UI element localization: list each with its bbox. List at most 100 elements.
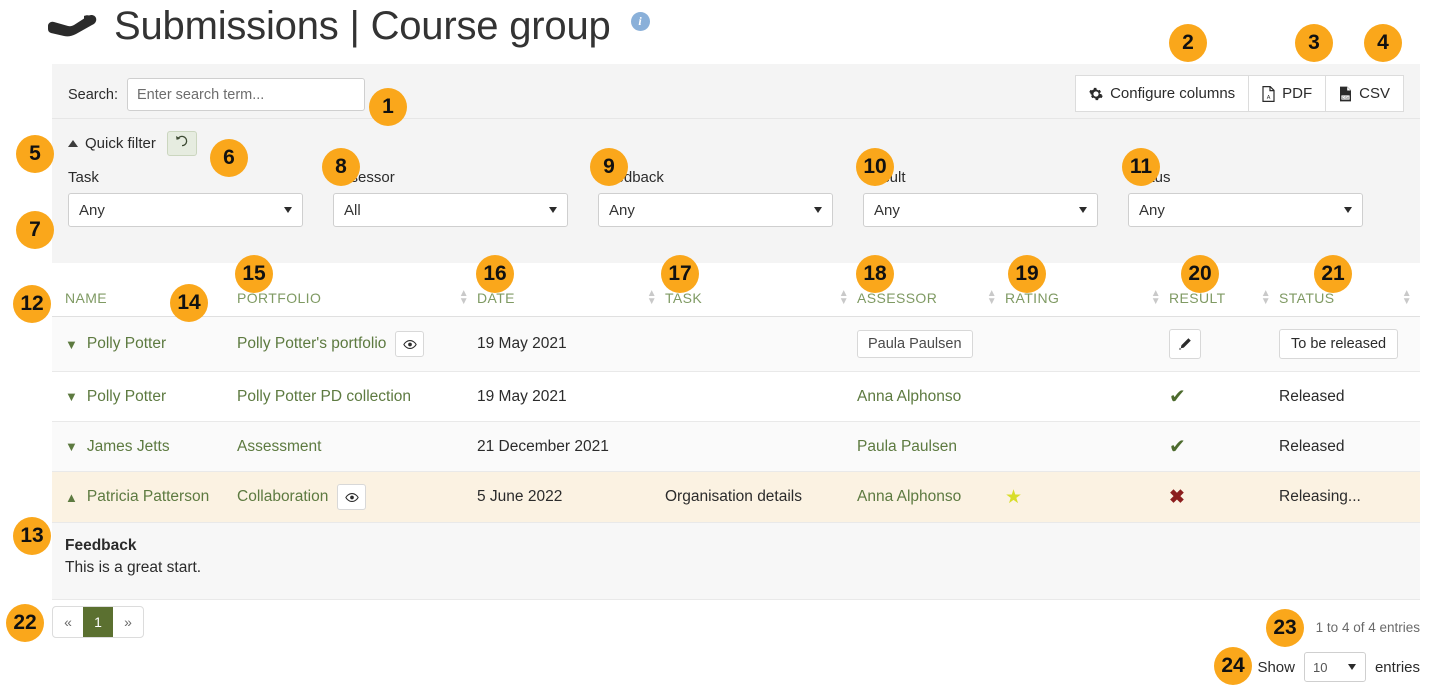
- info-circle-icon[interactable]: i: [631, 12, 650, 31]
- filter-task-label: Task: [68, 169, 333, 186]
- filter-result-value: Any: [874, 202, 900, 219]
- cell-status: Released: [1279, 422, 1420, 472]
- csv-export-button[interactable]: CSV CSV: [1325, 75, 1404, 112]
- callout-badge-11: 11: [1122, 148, 1160, 186]
- reset-filters-button[interactable]: [167, 131, 197, 156]
- pdf-label: PDF: [1282, 85, 1312, 102]
- result-cross-icon: ✖: [1169, 487, 1185, 508]
- portfolio-link[interactable]: Assessment: [237, 438, 321, 456]
- callout-badge-22: 22: [6, 604, 44, 642]
- column-header-status-label: STATUS: [1279, 290, 1335, 306]
- chevron-down-icon: [814, 207, 822, 213]
- preview-eye-icon-button[interactable]: [337, 484, 366, 510]
- callout-badge-4: 4: [1364, 24, 1402, 62]
- column-header-name[interactable]: NAME: [52, 286, 237, 317]
- callout-badge-18: 18: [856, 255, 894, 293]
- file-csv-icon: CSV: [1339, 86, 1352, 102]
- column-header-task[interactable]: TASK ▲▼: [665, 286, 857, 317]
- gear-icon: [1089, 87, 1103, 101]
- pagination-first-button[interactable]: «: [53, 607, 83, 637]
- configure-columns-button[interactable]: Configure columns: [1075, 75, 1248, 112]
- chevron-down-icon: [549, 207, 557, 213]
- csv-label: CSV: [1359, 85, 1390, 102]
- cell-status: Released: [1279, 372, 1420, 422]
- page-size-select[interactable]: 10: [1304, 652, 1366, 682]
- assessor-link[interactable]: Paula Paulsen: [857, 438, 957, 455]
- submission-name-link[interactable]: Polly Potter: [87, 335, 166, 353]
- portfolio-link[interactable]: Polly Potter PD collection: [237, 388, 411, 406]
- column-header-date[interactable]: DATE ▲▼: [477, 286, 665, 317]
- show-label: Show: [1257, 659, 1295, 676]
- filter-result-select[interactable]: Any: [863, 193, 1098, 227]
- svg-text:CSV: CSV: [1342, 95, 1350, 99]
- quick-filter-panel: Quick filter Task Any Assessor All Feedb…: [52, 119, 1420, 263]
- page-title: Submissions | Course group: [114, 4, 611, 48]
- sort-icon[interactable]: ▲▼: [1402, 290, 1420, 306]
- cell-date: 21 December 2021: [477, 422, 665, 472]
- expand-row-chevron-down-icon[interactable]: ▼: [65, 389, 78, 404]
- filter-result: Result Any: [863, 169, 1128, 227]
- preview-eye-icon-button[interactable]: [395, 331, 424, 357]
- column-header-portfolio[interactable]: PORTFOLIO ▲▼: [237, 286, 477, 317]
- callout-badge-12: 12: [13, 285, 51, 323]
- portfolio-link[interactable]: Collaboration: [237, 488, 328, 506]
- callout-badge-15: 15: [235, 255, 273, 293]
- cell-assessor: Anna Alphonso: [857, 472, 1005, 523]
- sort-icon[interactable]: ▲▼: [647, 290, 665, 306]
- filter-status-select[interactable]: Any: [1128, 193, 1363, 227]
- expand-row-chevron-down-icon[interactable]: ▼: [65, 337, 78, 352]
- cell-assessor: Paula Paulsen: [857, 422, 1005, 472]
- cell-rating: [1005, 372, 1169, 422]
- submission-name-link[interactable]: James Jetts: [87, 438, 170, 456]
- status-button[interactable]: To be released: [1279, 329, 1398, 359]
- portfolio-link[interactable]: Polly Potter's portfolio: [237, 335, 386, 353]
- pagination: « 1 »: [52, 606, 144, 638]
- assessor-button[interactable]: Paula Paulsen: [857, 330, 973, 358]
- quick-filter-header: Quick filter: [68, 131, 197, 156]
- column-header-rating-label: RATING: [1005, 290, 1059, 306]
- expand-row-chevron-down-icon[interactable]: ▼: [65, 439, 78, 454]
- pagination-page-1[interactable]: 1: [83, 607, 113, 637]
- column-header-status[interactable]: STATUS ▲▼: [1279, 286, 1420, 317]
- cell-portfolio: Polly Potter's portfolio: [237, 317, 477, 372]
- cell-assessor: Anna Alphonso: [857, 372, 1005, 422]
- filter-status: Status Any: [1128, 169, 1393, 227]
- pdf-export-button[interactable]: A PDF: [1248, 75, 1325, 112]
- sort-icon[interactable]: ▲▼: [1261, 290, 1279, 306]
- search-input[interactable]: [127, 78, 365, 111]
- collapse-row-chevron-up-icon[interactable]: ▲: [65, 490, 78, 505]
- callout-badge-19: 19: [1008, 255, 1046, 293]
- filter-task-select[interactable]: Any: [68, 193, 303, 227]
- sort-icon[interactable]: ▲▼: [839, 290, 857, 306]
- export-button-group: Configure columns A PDF CSV CSV: [1075, 75, 1404, 112]
- cell-name: ▲ Patricia Patterson: [52, 472, 237, 523]
- callout-badge-6: 6: [210, 139, 248, 177]
- filter-result-label: Result: [863, 169, 1128, 186]
- callout-badge-10: 10: [856, 148, 894, 186]
- filter-assessor-select[interactable]: All: [333, 193, 568, 227]
- sort-icon[interactable]: ▲▼: [459, 290, 477, 306]
- callout-badge-8: 8: [322, 148, 360, 186]
- cell-portfolio: Collaboration: [237, 472, 477, 523]
- search-label: Search:: [68, 87, 118, 103]
- cell-result: ✔: [1169, 372, 1279, 422]
- pagination-last-button[interactable]: »: [113, 607, 143, 637]
- column-header-result[interactable]: RESULT ▲▼: [1169, 286, 1279, 317]
- sort-icon[interactable]: ▲▼: [1151, 290, 1169, 306]
- undo-reset-icon: [175, 134, 189, 153]
- submission-name-link[interactable]: Patricia Patterson: [87, 488, 209, 506]
- cell-task: [665, 372, 857, 422]
- submission-name-link[interactable]: Polly Potter: [87, 388, 166, 406]
- filter-task-value: Any: [79, 202, 105, 219]
- chevron-up-icon: [68, 140, 78, 147]
- quick-filter-toggle[interactable]: Quick filter: [68, 135, 156, 152]
- filter-feedback: Feedback Any: [598, 169, 863, 227]
- chevron-down-icon: [1079, 207, 1087, 213]
- filter-feedback-select[interactable]: Any: [598, 193, 833, 227]
- entries-label: entries: [1375, 659, 1420, 676]
- assessor-link[interactable]: Anna Alphonso: [857, 488, 961, 505]
- sort-icon[interactable]: ▲▼: [987, 290, 1005, 306]
- edit-pencil-icon-button[interactable]: [1169, 329, 1201, 359]
- table-row: ▲ Patricia Patterson Collaboration 5 Jun…: [52, 472, 1420, 523]
- assessor-link[interactable]: Anna Alphonso: [857, 388, 961, 405]
